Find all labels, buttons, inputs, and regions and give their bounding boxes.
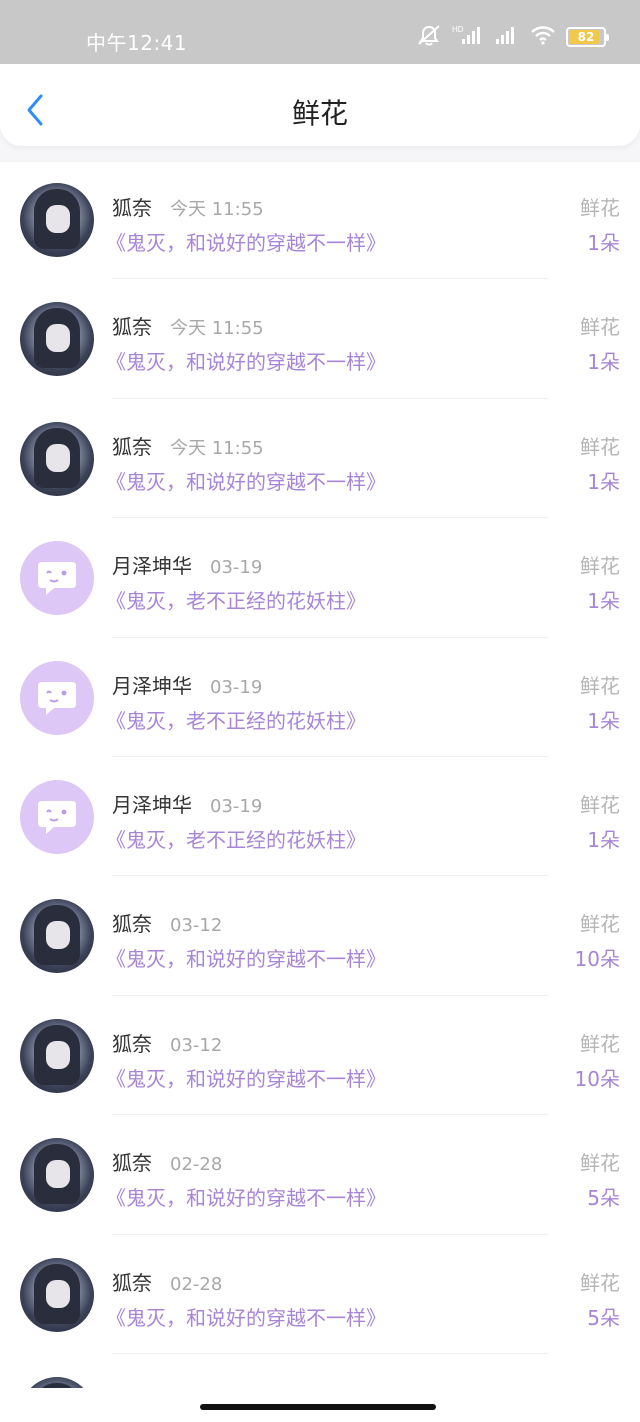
avatar[interactable]: [20, 1018, 94, 1093]
sender-name-text: 狐奈: [112, 196, 152, 220]
status-icons: HD 82: [416, 24, 609, 50]
book-title-link[interactable]: 《鬼灭，和说好的穿越不一样》: [106, 466, 386, 495]
timestamp: 02-28: [170, 1154, 223, 1176]
gift-count: 5朵: [587, 1305, 620, 1330]
timestamp: 03-19: [210, 676, 263, 698]
page-title: 鲜花: [291, 97, 348, 130]
gift-type: 鲜花: [580, 1031, 620, 1056]
gift-count: 1朵: [587, 231, 620, 255]
sender-name-text: 月泽坤华: [112, 792, 192, 817]
status-time: 中午12:41: [86, 31, 188, 55]
gift-count: 1朵: [587, 827, 620, 852]
sender-name-text: 狐奈: [112, 434, 152, 459]
default-avatar-icon: [38, 681, 76, 715]
status-bar: 中午12:41 HD 82: [0, 0, 640, 64]
avatar[interactable]: [20, 541, 94, 616]
timestamp: 今天 11:55: [170, 199, 264, 220]
sender-name-text: 月泽坤华: [112, 554, 192, 579]
sender-name: 狐奈 今天 11:55: [112, 311, 264, 340]
gift-count: 1朵: [587, 350, 620, 375]
list-item[interactable]: 月泽坤华 03-19 《鬼灭，老不正经的花妖柱》 鲜花 1朵: [0, 638, 640, 758]
avatar[interactable]: [20, 421, 94, 496]
gift-type: 鲜花: [580, 434, 620, 459]
sender-name: 狐奈 03-12: [112, 908, 222, 937]
list-item[interactable]: 狐奈 03-12 《鬼灭，和说好的穿越不一样》 鲜花 10朵: [0, 996, 640, 1116]
list-item[interactable]: 狐奈 02-28 《鬼灭，和说好的穿越不一样》 鲜花 5朵: [0, 1115, 640, 1235]
gift-type: 鲜花: [580, 1151, 620, 1176]
sender-name-text: 月泽坤华: [112, 673, 192, 698]
sender-name: 狐奈 03-12: [112, 1028, 222, 1057]
hd-signal-icon: HD: [452, 24, 484, 50]
timestamp: 今天 11:55: [170, 437, 264, 459]
book-title-link[interactable]: 《鬼灭，和说好的穿越不一样》: [106, 1182, 386, 1211]
book-title-link[interactable]: 《鬼灭，老不正经的花妖柱》: [106, 824, 366, 853]
book-title-link[interactable]: 《鬼灭，和说好的穿越不一样》: [106, 943, 386, 972]
gift-type: 鲜花: [580, 554, 620, 579]
list-item[interactable]: 狐奈 今天 11:55 《鬼灭，和说好的穿越不一样》 鲜花 1朵: [0, 399, 640, 519]
list-item[interactable]: 狐奈 02-28 《鬼灭，和说好的穿越不一样》 鲜花 5朵: [0, 1235, 640, 1355]
timestamp: 03-12: [170, 1034, 223, 1056]
gift-count: 10朵: [574, 1066, 620, 1091]
book-title-link[interactable]: 《鬼灭，和说好的穿越不一样》: [106, 1063, 386, 1092]
wifi-icon: [530, 24, 556, 50]
timestamp: 03-12: [170, 915, 223, 937]
sender-name: 月泽坤华 03-19: [112, 550, 262, 579]
avatar[interactable]: [20, 1138, 94, 1213]
battery-icon: 82: [566, 27, 609, 47]
default-avatar-icon: [38, 562, 76, 596]
sender-name: 月泽坤华 03-19: [112, 789, 262, 818]
gift-type: 鲜花: [580, 1270, 620, 1295]
header: 鲜花: [0, 64, 640, 146]
signal-icon: [494, 24, 520, 50]
gift-type: 鲜花: [580, 792, 620, 817]
sender-name-text: 狐奈: [112, 1270, 152, 1295]
timestamp: 03-19: [210, 795, 263, 817]
gift-type: 鲜花: [580, 673, 620, 698]
gift-count: 1朵: [587, 589, 620, 614]
list-item[interactable]: 月泽坤华 03-19 《鬼灭，老不正经的花妖柱》 鲜花 1朵: [0, 757, 640, 877]
sender-name: 月泽坤华 03-19: [112, 670, 262, 699]
avatar[interactable]: [20, 1257, 94, 1332]
gift-count: 5朵: [587, 1186, 620, 1211]
timestamp: 今天 11:55: [170, 318, 264, 340]
gift-count: 1朵: [587, 469, 620, 494]
flower-list: 狐奈 今天 11:55 《鬼灭，和说好的穿越不一样》 鲜花 1朵 狐奈 今天 11:55 《鬼…: [0, 160, 640, 1422]
book-title-link[interactable]: 《鬼灭，和说好的穿越不一样》: [106, 346, 386, 375]
avatar[interactable]: [20, 779, 94, 854]
list-item[interactable]: 狐奈 今天 11:55 《鬼灭，和说好的穿越不一样》 鲜花 1朵: [0, 160, 640, 280]
gift-type: 鲜花: [580, 912, 620, 937]
sender-name-text: 狐奈: [112, 912, 152, 937]
book-title-link[interactable]: 《鬼灭，老不正经的花妖柱》: [106, 705, 366, 734]
mute-icon: [416, 24, 442, 50]
avatar[interactable]: [20, 302, 94, 377]
sender-name: 狐奈 02-28: [112, 1267, 222, 1296]
sender-name: 狐奈 今天 11:55: [112, 192, 264, 221]
timestamp: 02-28: [170, 1273, 223, 1295]
avatar[interactable]: [20, 660, 94, 735]
gift-count: 1朵: [587, 708, 620, 733]
book-title-link[interactable]: 《鬼灭，和说好的穿越不一样》: [106, 227, 386, 256]
avatar[interactable]: [20, 899, 94, 974]
book-title-link[interactable]: 《鬼灭，老不正经的花妖柱》: [106, 585, 366, 614]
list-item[interactable]: 狐奈 03-12 《鬼灭，和说好的穿越不一样》 鲜花 10朵: [0, 876, 640, 997]
timestamp: 03-19: [210, 557, 263, 579]
sender-name-text: 狐奈: [112, 1031, 152, 1056]
default-avatar-icon: [38, 800, 76, 834]
gift-type: 鲜花: [580, 196, 620, 220]
sender-name: 狐奈 02-28: [112, 1147, 222, 1176]
sender-name-text: 狐奈: [112, 315, 152, 340]
gift-count: 10朵: [574, 947, 620, 972]
sender-name: 狐奈 今天 11:55: [112, 431, 264, 460]
list-item[interactable]: 狐奈 今天 11:55 《鬼灭，和说好的穿越不一样》 鲜花 1朵: [0, 279, 640, 400]
list-item[interactable]: 月泽坤华 03-19 《鬼灭，老不正经的花妖柱》 鲜花 1朵: [0, 518, 640, 638]
sender-name-text: 狐奈: [112, 1151, 152, 1176]
hd-label: HD: [452, 25, 464, 34]
book-title-link[interactable]: 《鬼灭，和说好的穿越不一样》: [106, 1302, 386, 1331]
battery-level: 82: [577, 30, 595, 44]
gift-type: 鲜花: [580, 315, 620, 340]
home-indicator[interactable]: [200, 1404, 436, 1410]
avatar[interactable]: [20, 183, 94, 257]
